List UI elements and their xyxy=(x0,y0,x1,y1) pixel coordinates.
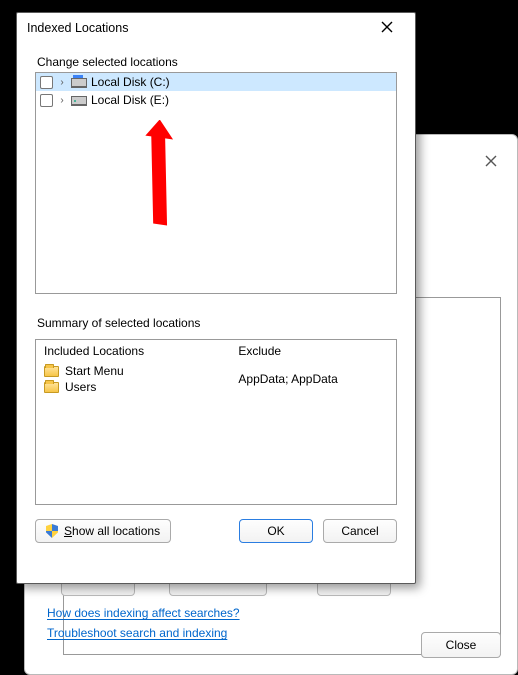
folder-icon xyxy=(44,366,59,377)
locations-tree[interactable]: › Local Disk (C:) › Local Disk (E:) xyxy=(35,72,397,294)
close-icon[interactable] xyxy=(477,147,505,175)
show-all-locations-button[interactable]: Show all locations xyxy=(35,519,171,543)
exclude-text: AppData; AppData xyxy=(238,372,388,386)
window-title: Indexed Locations xyxy=(27,21,128,35)
tree-item-local-disk-e[interactable]: › Local Disk (E:) xyxy=(36,91,396,109)
folder-icon xyxy=(44,382,59,393)
included-item[interactable]: Start Menu xyxy=(44,364,222,378)
parent-close-button[interactable]: Close xyxy=(421,632,501,658)
indexed-locations-dialog: Indexed Locations Change selected locati… xyxy=(16,12,416,584)
included-column: Included Locations Start Menu Users xyxy=(36,340,230,504)
included-item[interactable]: Users xyxy=(44,380,222,394)
summary-box: Included Locations Start Menu Users Excl… xyxy=(35,339,397,505)
close-button[interactable] xyxy=(365,14,409,40)
drive-icon xyxy=(71,78,87,88)
button-row: Show all locations OK Cancel xyxy=(35,519,397,543)
exclude-header: Exclude xyxy=(238,344,388,358)
exclude-column: Exclude AppData; AppData xyxy=(230,340,396,504)
included-item-label: Start Menu xyxy=(65,364,124,378)
tree-item-local-disk-c[interactable]: › Local Disk (C:) xyxy=(36,73,396,91)
included-item-label: Users xyxy=(65,380,96,394)
show-all-locations-label: Show all locations xyxy=(64,524,160,538)
included-header: Included Locations xyxy=(44,344,222,358)
help-link-troubleshoot[interactable]: Troubleshoot search and indexing xyxy=(47,626,227,640)
expand-icon[interactable]: › xyxy=(57,95,67,106)
checkbox[interactable] xyxy=(40,76,53,89)
titlebar: Indexed Locations xyxy=(17,13,415,43)
cancel-button[interactable]: Cancel xyxy=(323,519,397,543)
checkbox[interactable] xyxy=(40,94,53,107)
drive-icon xyxy=(71,96,87,106)
tree-item-label: Local Disk (C:) xyxy=(91,75,170,89)
tree-item-label: Local Disk (E:) xyxy=(91,93,169,107)
expand-icon[interactable]: › xyxy=(57,77,67,88)
shield-icon xyxy=(46,524,58,538)
help-link-indexing[interactable]: How does indexing affect searches? xyxy=(47,606,240,620)
summary-label: Summary of selected locations xyxy=(37,316,397,330)
change-locations-label: Change selected locations xyxy=(37,55,397,69)
ok-button[interactable]: OK xyxy=(239,519,313,543)
